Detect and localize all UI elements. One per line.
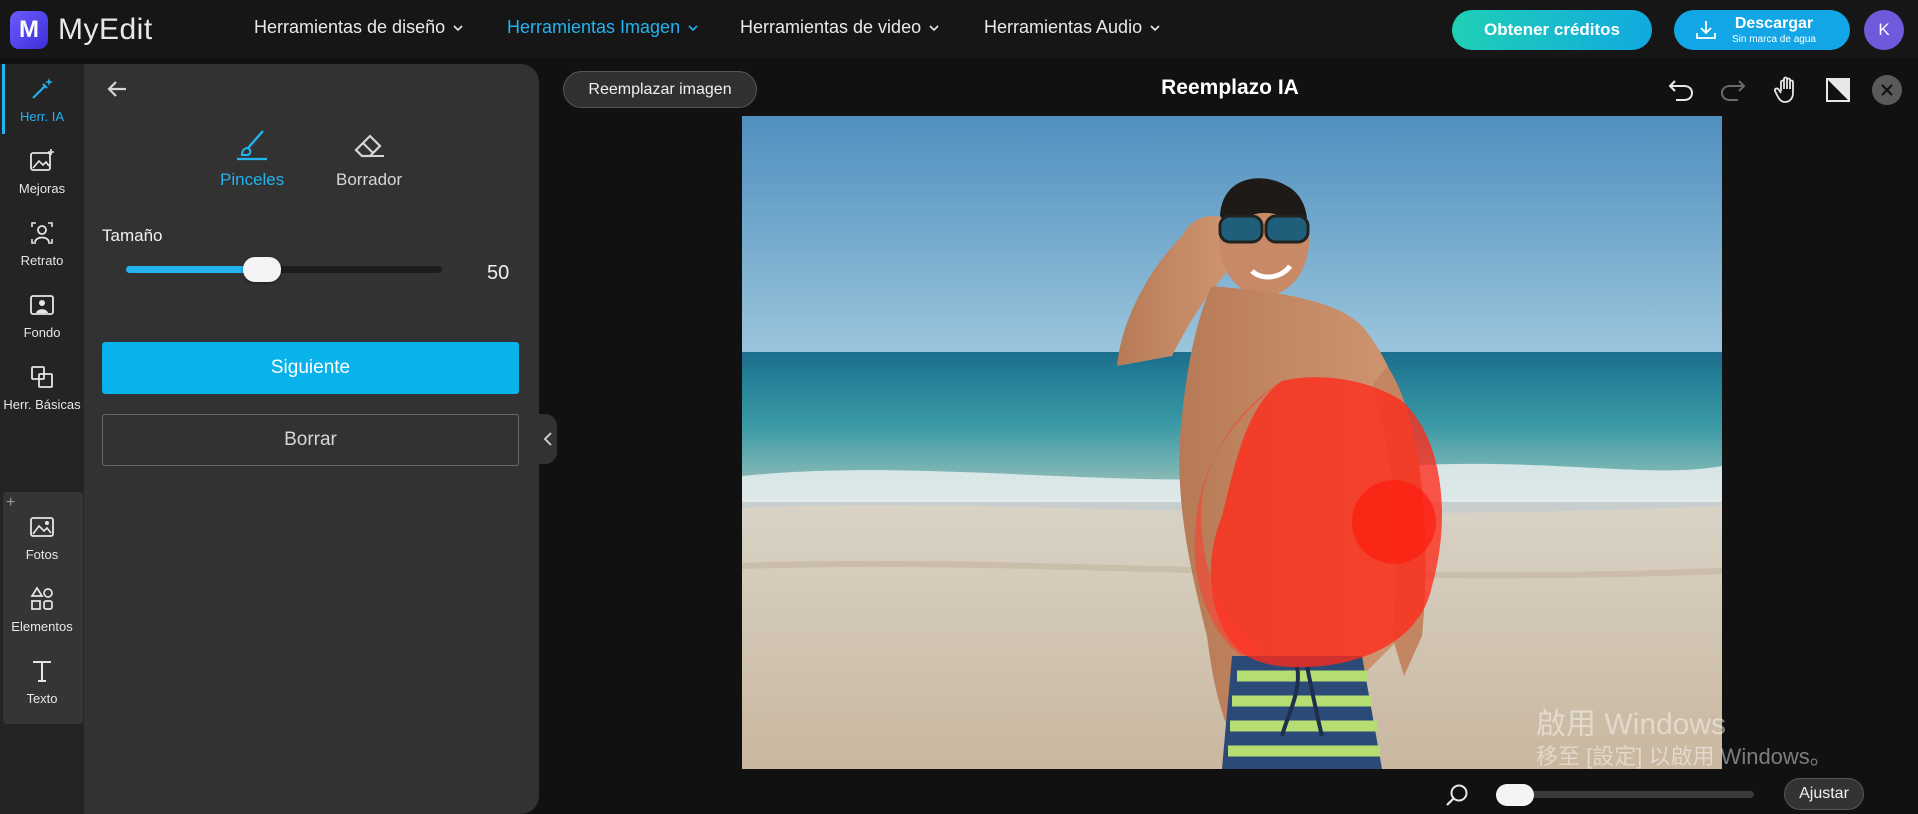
photos-icon [30,516,54,537]
rail-item-background[interactable]: Fondo [0,280,84,350]
watermark-line2: 移至 [設定] 以啟用 Windows。 [1536,744,1832,769]
rail-label: Retrato [20,252,64,268]
nav-label: Herramientas Imagen [507,17,681,37]
download-sublabel: Sin marca de agua [1732,33,1816,45]
next-button[interactable]: Siguiente [102,342,519,394]
undo-icon [1668,80,1694,101]
download-button[interactable]: Descargar Sin marca de agua [1674,10,1850,50]
compare-button[interactable] [1822,74,1854,106]
watermark-line1: 啟用 Windows [1536,708,1727,741]
background-icon [30,294,54,315]
close-button[interactable] [1872,75,1902,105]
rail-item-enhance[interactable]: Mejoras [0,136,84,206]
eraser-icon [354,134,385,158]
windows-activation-watermark: 啟用 Windows 移至 [設定] 以啟用 Windows。 [1536,708,1832,769]
chevron-down-icon [1150,24,1160,31]
size-label: Tamaño [102,226,163,245]
pan-hand-button[interactable] [1771,74,1803,106]
download-icon [1696,21,1716,39]
slider-fill [126,266,262,273]
rail-item-basic-tools[interactable]: Herr. Básicas [0,352,84,422]
get-credits-button[interactable]: Obtener créditos [1452,10,1652,50]
nav-label: Herramientas de diseño [254,17,446,37]
rail-label: Herr. IA [19,108,65,124]
rail-label: Texto [26,690,58,706]
download-label: Descargar [1734,14,1814,32]
rail-label: Mejoras [18,180,66,196]
tab-label: Borrador [336,170,403,189]
chevron-left-icon [543,432,552,446]
tool-panel: Pinceles Borrador Tamaño 50 Siguiente Bo… [84,64,539,814]
elements-icon [30,585,53,610]
tab-eraser[interactable]: Borrador [336,126,402,190]
text-icon [33,660,51,682]
fit-button[interactable]: Ajustar [1784,778,1864,810]
brush-size-slider[interactable] [126,257,442,282]
clear-button[interactable]: Borrar [102,414,519,466]
undo-button[interactable] [1665,74,1697,106]
canvas-title: Reemplazo IA [1161,76,1299,99]
close-icon [1881,84,1893,96]
rail-label: Elementos [11,618,73,634]
app-logo[interactable]: M MyEdit [10,11,153,49]
zoom-thumb[interactable] [1496,784,1535,806]
zoom-slider[interactable] [1496,784,1754,806]
image-canvas[interactable] [742,116,1722,769]
nav-video-tools[interactable]: Herramientas de video [740,17,939,38]
nav-audio-tools[interactable]: Herramientas Audio [984,17,1160,38]
left-rail: + Herr. IA Mejoras Retrato Fondo Herr. B… [0,64,84,814]
logo-mark: M [10,11,48,49]
rail-label: Fotos [25,546,59,562]
rail-item-portrait[interactable]: Retrato [0,208,84,278]
rail-item-elements[interactable]: Elementos [0,574,84,644]
slider-thumb[interactable] [242,257,281,282]
rail-item-ai-tools[interactable]: Herr. IA [0,64,84,134]
redo-icon [1720,80,1746,101]
rail-item-photos[interactable]: Fotos [0,502,84,572]
tab-brushes[interactable]: Pinceles [220,126,284,190]
nav-label: Herramientas de video [740,17,922,37]
chevron-down-icon [453,24,463,31]
chevron-down-icon [929,24,939,31]
replace-image-button[interactable]: Reemplazar imagen [563,71,757,108]
size-value: 50 [487,262,510,284]
zoom-search-icon[interactable] [1444,782,1470,808]
nav-image-tools[interactable]: Herramientas Imagen [507,17,698,38]
brush-icon [237,130,268,161]
magic-wand-icon [32,77,53,99]
back-arrow-icon[interactable] [104,76,130,102]
app-name: MyEdit [58,13,153,46]
rail-label: Fondo [23,324,61,340]
compare-icon [1826,78,1850,102]
top-bar: M MyEdit Herramientas de diseño Herramie… [0,0,1918,58]
avatar[interactable]: K [1864,10,1904,50]
tab-label: Pinceles [220,170,285,189]
image-enhance-icon [30,148,54,171]
rail-item-text[interactable]: Texto [0,646,84,716]
rail-label: Herr. Básicas [3,396,81,412]
redo-button[interactable] [1717,74,1749,106]
portrait-icon [31,221,53,244]
hand-icon [1773,76,1794,103]
brush-cursor [1352,480,1436,564]
chevron-down-icon [688,24,698,31]
collapse-panel-button[interactable] [539,414,557,464]
basic-tools-icon [31,365,53,388]
nav-design-tools[interactable]: Herramientas de diseño [254,17,463,38]
nav-label: Herramientas Audio [984,17,1143,37]
beach-photo [742,116,1722,769]
